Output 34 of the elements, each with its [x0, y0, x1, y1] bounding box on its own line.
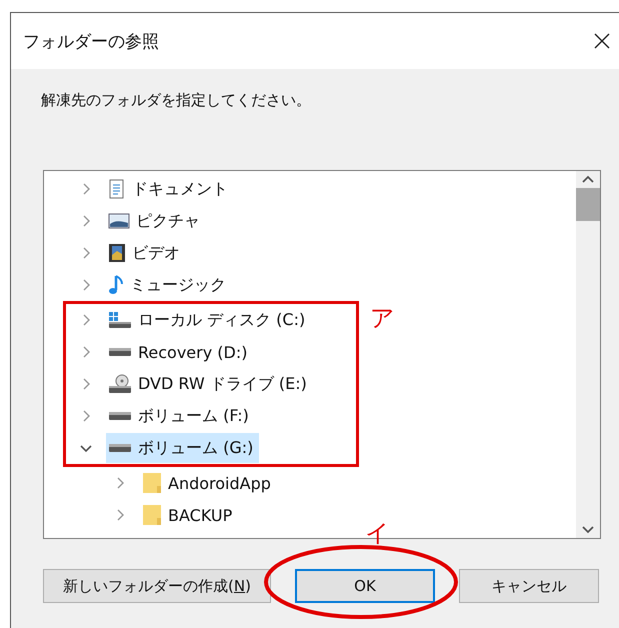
tree-item[interactable]: ボリューム (F:)	[106, 401, 255, 431]
tree-item[interactable]: ボリューム (G:)	[106, 433, 260, 463]
scroll-up-icon[interactable]	[582, 175, 594, 183]
scrollbar[interactable]	[576, 171, 600, 538]
disc-drive-icon	[108, 374, 132, 394]
instruction-text: 解凍先のフォルダを指定してください。	[41, 91, 312, 110]
music-note-icon	[108, 274, 124, 296]
folder-icon	[142, 504, 162, 526]
system-drive-icon	[108, 311, 132, 329]
drive-icon	[108, 347, 132, 357]
tree-item[interactable]: ビデオ	[106, 238, 186, 268]
scroll-down-icon[interactable]	[582, 526, 594, 534]
cancel-button[interactable]: キャンセル	[459, 569, 599, 603]
close-icon[interactable]	[594, 33, 610, 49]
tree-item[interactable]: AndoroidApp	[140, 468, 277, 498]
new-folder-button[interactable]: 新しいフォルダーの作成(N)	[43, 569, 271, 603]
tree-item[interactable]: ローカル ディスク (C:)	[106, 305, 312, 335]
scroll-thumb[interactable]	[576, 188, 600, 221]
tree-item[interactable]: ミュージック	[106, 270, 232, 300]
annotation-label: イ	[365, 518, 390, 549]
document-icon	[108, 179, 126, 199]
annotation-label: ア	[370, 303, 395, 334]
drive-icon	[108, 411, 132, 421]
drive-icon	[108, 443, 132, 453]
film-icon	[108, 243, 126, 263]
window-title: フォルダーの参照	[23, 30, 159, 52]
folder-icon	[142, 472, 162, 494]
ok-button[interactable]: OK	[295, 569, 435, 603]
tree-item[interactable]: Recovery (D:)	[106, 337, 254, 367]
tree-item[interactable]: BACKUP	[140, 500, 238, 530]
tree-item[interactable]: DVD RW ドライブ (E:)	[106, 369, 313, 399]
picture-icon	[108, 213, 130, 229]
tree-item[interactable]: ドキュメント	[106, 174, 234, 204]
tree-item[interactable]: ピクチャ	[106, 206, 206, 236]
